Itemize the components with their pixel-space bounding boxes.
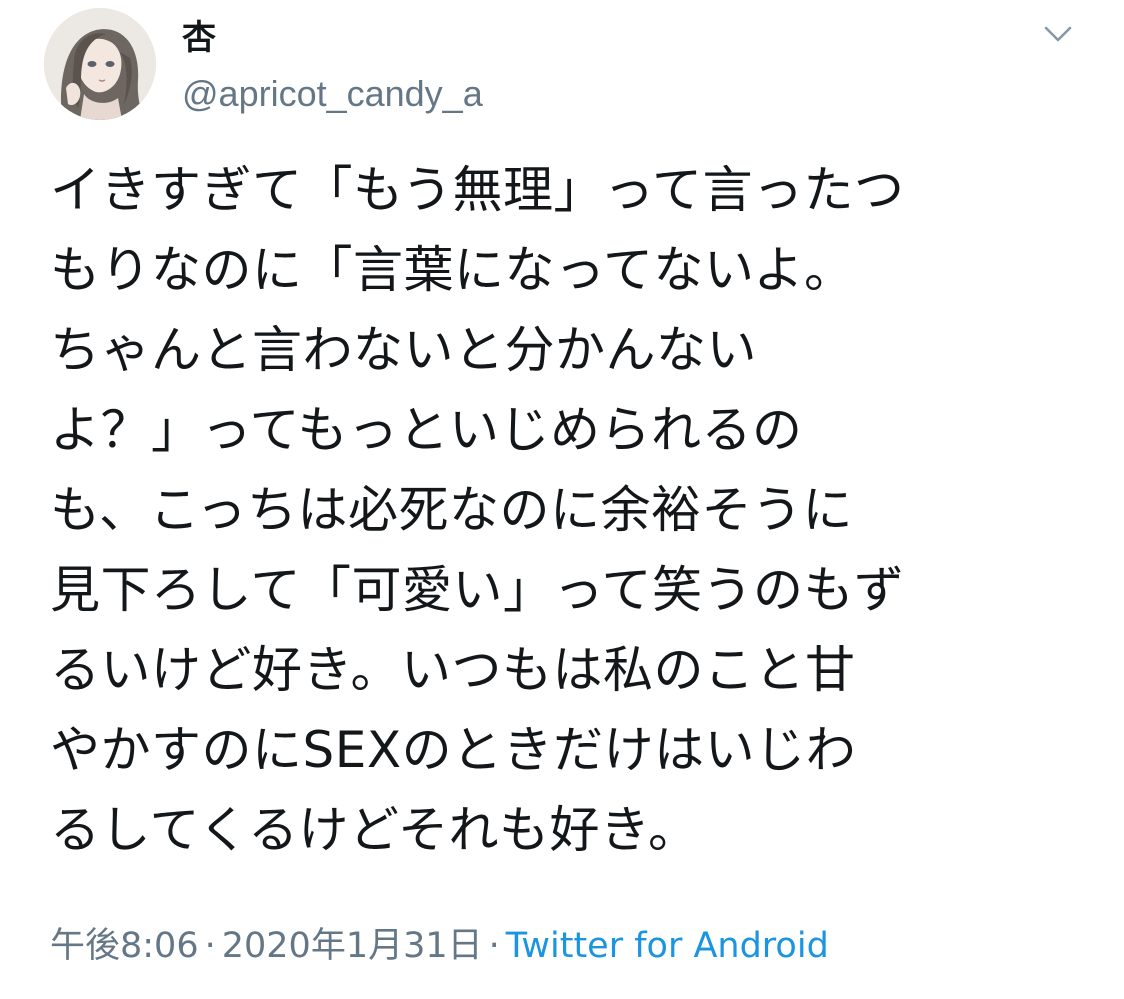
tweet-text-line: やかすのにSEXのときだけはいじわ: [50, 721, 857, 779]
author-avatar[interactable]: [44, 8, 156, 120]
tweet-text-line: よ？」ってもっといじめられるの: [50, 401, 803, 459]
tweet-metadata: 午後8:06 · 2020年1月31日 · Twitter for Android: [50, 920, 829, 972]
chevron-down-icon: [1044, 26, 1072, 42]
metadata-separator: ·: [488, 926, 500, 966]
tweet-text-line: 見下ろして「可愛い」って笑うのもず: [50, 561, 905, 619]
avatar-illustration-icon: [44, 8, 156, 120]
tweet-text-line: るいけど好き。いつもは私のこと甘: [50, 641, 856, 699]
tweet-text-line: も、こっちは必死なのに余裕そうに: [50, 481, 853, 539]
tweet-menu-button[interactable]: [1038, 18, 1078, 52]
metadata-separator: ·: [204, 926, 216, 966]
tweet-body: イきすぎて「もう無理」って言ったつ もりなのに「言葉になってないよ。 ちゃんと言…: [50, 150, 1060, 870]
tweet-time[interactable]: 午後8:06: [50, 926, 199, 966]
tweet-source-link[interactable]: Twitter for Android: [506, 926, 829, 966]
tweet-card: 杏 @apricot_candy_a イきすぎて「もう無理」って言ったつ もりな…: [0, 0, 1124, 999]
tweet-text-line: るしてくるけどそれも好き。: [50, 801, 699, 859]
tweet-date[interactable]: 2020年1月31日: [222, 926, 483, 966]
author-display-name[interactable]: 杏: [182, 14, 216, 62]
tweet-text-line: イきすぎて「もう無理」って言ったつ: [50, 161, 905, 219]
tweet-text-line: ちゃんと言わないと分かんない: [50, 321, 757, 379]
tweet-text-line: もりなのに「言葉になってないよ。: [50, 241, 855, 299]
author-handle[interactable]: @apricot_candy_a: [182, 70, 483, 118]
